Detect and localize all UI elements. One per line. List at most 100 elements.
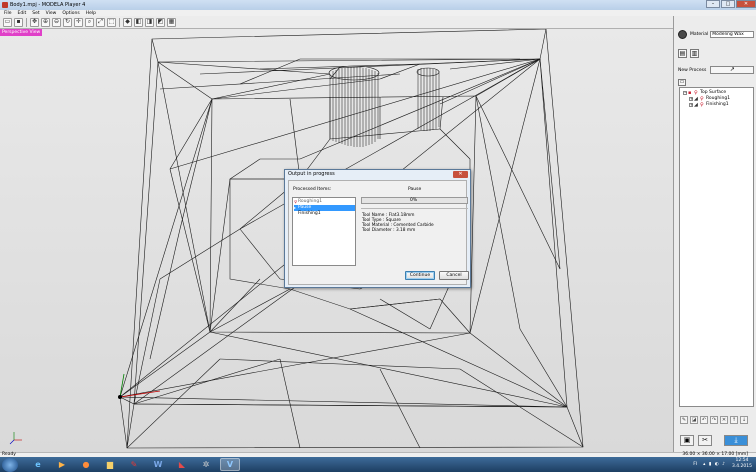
progress-bar: 0% [361, 197, 468, 204]
view-side-icon[interactable]: ◨ [145, 17, 154, 27]
window-controls: – □ ✕ [705, 0, 756, 8]
processed-items-label: Processed Items: [293, 187, 332, 192]
system-tray: FI ▴ ▮ ◐ ♪ 12:54 3.4.2015 [693, 458, 752, 470]
pdf-icon[interactable]: ✎ [124, 458, 144, 471]
surface-icon: ▪ [688, 89, 692, 96]
tree-label: Roughing1 [706, 96, 731, 101]
save-icon[interactable]: ▪ [14, 17, 23, 27]
toolbar-separator [119, 17, 120, 27]
tray-icons[interactable]: ▴ ▮ ◐ ♪ [703, 462, 726, 467]
app-icon-gear[interactable]: ✲ [196, 458, 216, 471]
modela-player-task[interactable]: V [220, 458, 240, 471]
clock[interactable]: 12:54 3.4.2015 [732, 458, 752, 470]
tree-item-roughing1[interactable]: + ◢ ♀ Roughing1 [689, 96, 730, 101]
current-step-label: Pause [408, 187, 422, 192]
view-grid-icon[interactable]: ▦ [167, 17, 176, 27]
output-progress-dialog: Output in progress ✕ Processed Items: ♀ … [284, 169, 471, 288]
pin-icon: ♀ [700, 95, 704, 102]
tree-item-finishing1[interactable]: + ◢ ♀ Finishing1 [689, 102, 729, 107]
collapse-icon[interactable]: − [683, 90, 687, 95]
edit-icon[interactable]: ✎ [680, 416, 688, 424]
divider [361, 208, 468, 209]
pin-icon: ♀ [694, 89, 698, 96]
view-iso-icon[interactable]: ◩ [156, 17, 165, 27]
menu-help[interactable]: Help [86, 11, 96, 16]
material-icon [678, 30, 687, 39]
minimize-button[interactable]: – [706, 0, 720, 8]
folder-icon[interactable]: ▆ [100, 458, 120, 471]
expand-icon[interactable]: + [689, 96, 693, 101]
language-indicator[interactable]: FI [693, 462, 697, 467]
date: 3.4.2015 [731, 464, 752, 469]
zoom-out-icon[interactable]: ⊖ [52, 17, 61, 27]
toolbar: ▭ ▪ ✥ ⊕ ⊖ ↻ ✛ ⌕ ⤢ ⬚ ◆ ◧ ◨ ◩ ▦ [0, 16, 673, 29]
tool-icon: ◢ [694, 101, 698, 108]
media-player-icon[interactable]: ▶ [52, 458, 72, 471]
cancel-button[interactable]: Cancel [439, 271, 469, 280]
material-select[interactable]: Modeling Wax [710, 31, 755, 38]
view-front-icon[interactable]: ◧ [134, 17, 143, 27]
continue-button[interactable]: Continue [405, 271, 435, 280]
title-bar: Body1.mpj - MODELA Player 4 – □ ✕ [0, 0, 756, 10]
close-window-button[interactable]: ✕ [736, 0, 756, 8]
pointer-icon[interactable]: ✥ [30, 17, 39, 27]
firefox-icon[interactable]: ● [76, 458, 96, 471]
tree-action-bar: ✎ ◪ ↶ ↷ ✕ ↑ ↓ [680, 416, 750, 424]
pan-icon[interactable]: ✛ [74, 17, 83, 27]
new-process-label: New Process [678, 67, 707, 73]
view-top-icon[interactable]: ◆ [123, 17, 132, 27]
menu-edit[interactable]: Edit [18, 11, 27, 16]
ie-icon[interactable]: e [28, 458, 48, 471]
output-action-bar: ▣ ✂ ⤓ [680, 435, 752, 446]
menu-options[interactable]: Options [62, 11, 79, 16]
origin-marker [118, 395, 122, 399]
delete-icon[interactable]: ✕ [720, 416, 728, 424]
process-icon[interactable]: ◪ [690, 416, 698, 424]
menu-view[interactable]: View [46, 11, 57, 16]
dialog-body: Processed Items: ♀ Roughing1 ▸ Pause Fin… [288, 180, 469, 285]
open-file-icon[interactable]: ▭ [3, 17, 12, 27]
app-icon [2, 2, 8, 8]
processed-items-list: ♀ Roughing1 ▸ Pause Finishing1 [292, 197, 356, 266]
expand-icon[interactable]: + [689, 102, 693, 107]
tree-tab-icon[interactable]: ▭ [678, 79, 686, 86]
progress-percent: 0% [410, 198, 418, 203]
process-tree: − ▪ ♀ Top Surface + ◢ ♀ Roughing1 + ◢ ♀ … [679, 87, 754, 407]
panel-output-icon[interactable]: ▥ [690, 49, 699, 58]
dialog-close-button[interactable]: ✕ [453, 171, 468, 178]
menu-set[interactable]: Set [32, 11, 39, 16]
material-label: Material [690, 32, 709, 37]
word-icon[interactable]: W [148, 458, 168, 471]
app-icon-red[interactable]: ◣ [172, 458, 192, 471]
tool-icon: ◢ [694, 95, 698, 102]
fit-view-icon[interactable]: ⤢ [96, 17, 105, 27]
menu-file[interactable]: File [4, 11, 12, 16]
simulate-icon[interactable]: ✂ [698, 435, 712, 446]
magnify-icon[interactable]: ⌕ [85, 17, 94, 27]
redo-icon[interactable]: ↷ [710, 416, 718, 424]
start-button[interactable] [2, 457, 18, 472]
dialog-title: Output in progress [288, 171, 335, 177]
rotate-icon[interactable]: ↻ [63, 17, 72, 27]
tool-diameter: Tool Diameter : 3.18 mm [362, 228, 416, 233]
taskbar: e ▶ ● ▆ ✎ W ◣ ✲ V FI ▴ ▮ ◐ ♪ 12:54 3.4.2… [0, 457, 756, 472]
window-title: Body1.mpj - MODELA Player 4 [10, 2, 86, 8]
process-panel: Material Modeling Wax ▤ ▥ New Process ↗ … [673, 16, 756, 452]
down-icon[interactable]: ↓ [740, 416, 748, 424]
axis-indicator [9, 432, 22, 445]
tool-info: Tool Name : Flat3.18mm Tool Type : Squar… [362, 213, 434, 233]
toolbar-separator [26, 17, 27, 27]
preview-icon[interactable]: ▣ [680, 435, 694, 446]
zoom-in-icon[interactable]: ⊕ [41, 17, 50, 27]
cut-output-button[interactable]: ⤓ [724, 435, 748, 446]
list-item[interactable]: Finishing1 [294, 211, 355, 217]
up-icon[interactable]: ↑ [730, 416, 738, 424]
maximize-button[interactable]: □ [721, 0, 735, 8]
zoom-box-icon[interactable]: ⬚ [107, 17, 116, 27]
undo-icon[interactable]: ↶ [700, 416, 708, 424]
tree-item-top-surface[interactable]: − ▪ ♀ Top Surface [683, 90, 726, 95]
pin-icon: ♀ [700, 101, 704, 108]
new-process-button[interactable]: ↗ [710, 66, 755, 74]
tree-label: Top Surface [700, 90, 727, 95]
panel-print-icon[interactable]: ▤ [678, 49, 687, 58]
